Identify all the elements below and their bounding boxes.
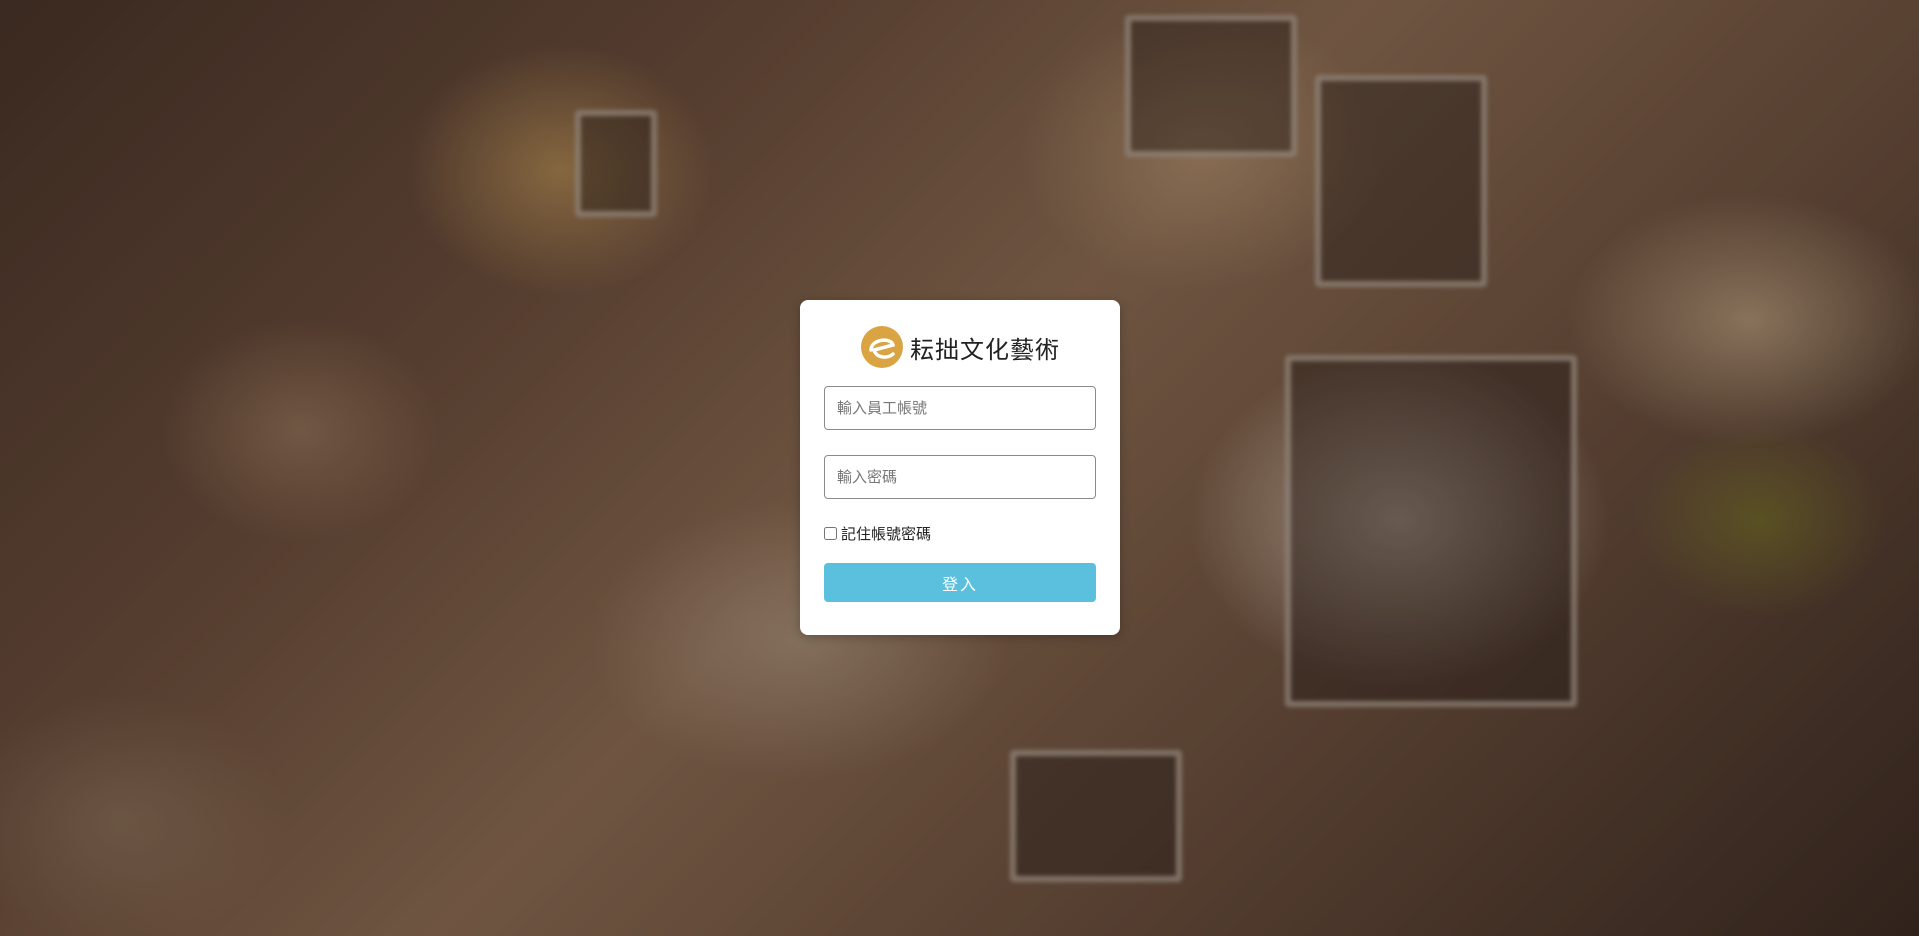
username-input[interactable] xyxy=(824,386,1096,430)
brand-e-logo-icon xyxy=(861,326,903,368)
login-card: 耘拙文化藝術 記住帳號密碼 登入 xyxy=(800,300,1120,635)
remember-checkbox[interactable] xyxy=(824,526,837,540)
remember-row: 記住帳號密碼 xyxy=(824,523,1096,543)
login-button[interactable]: 登入 xyxy=(824,563,1096,602)
remember-label[interactable]: 記住帳號密碼 xyxy=(841,523,931,544)
password-input[interactable] xyxy=(824,455,1096,499)
brand-name: 耘拙文化藝術 xyxy=(910,335,1060,364)
brand-header: 耘拙文化藝術 xyxy=(824,324,1096,370)
